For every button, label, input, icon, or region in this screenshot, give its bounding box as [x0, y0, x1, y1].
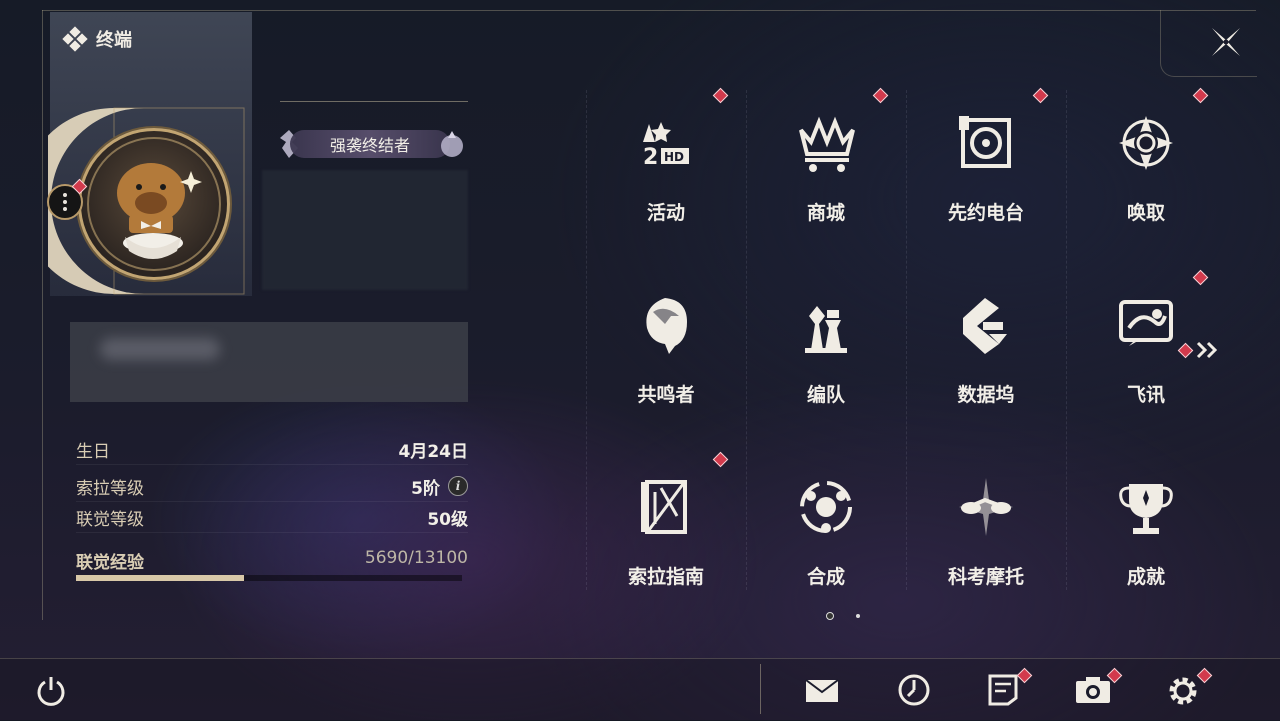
exp-label: 联觉经验 [76, 553, 144, 573]
stat-row-sola-level: 索拉等级 5阶 i [76, 471, 468, 502]
stat-value: 50级 [427, 509, 468, 530]
next-page-red-dot [1177, 342, 1194, 358]
capybara-avatar-image [87, 137, 221, 271]
menu-item-character[interactable]: 共鸣者 [586, 276, 746, 456]
camera-button[interactable] [1074, 667, 1123, 710]
stat-label: 生日 [76, 441, 110, 462]
menu-item-red-dot [1192, 87, 1209, 104]
menu-item-guide-book[interactable]: 索拉指南 [586, 451, 746, 638]
blurred-text [100, 338, 220, 360]
menu-item-label: 飞讯 [1126, 384, 1165, 406]
menu-item-red-dot [1032, 87, 1049, 104]
stat-label: 联觉等级 [76, 509, 144, 530]
menu-item-motorbike[interactable]: 科考摩托 [906, 458, 1066, 638]
page-dot-active[interactable] [826, 612, 834, 620]
title-badge[interactable]: 强袭终结者 [276, 128, 466, 160]
title-divider [280, 101, 468, 102]
page-dot[interactable] [856, 614, 860, 618]
chat-icon [1119, 300, 1173, 346]
menu-item-trophy[interactable]: 成就 [1066, 458, 1226, 638]
menu-item-chat[interactable]: 飞讯 [1066, 269, 1226, 456]
bottom-divider [760, 664, 761, 714]
radio-icon [959, 116, 1011, 168]
stat-value: 4月24日 [398, 441, 469, 462]
menu-item-crown-cart[interactable]: 商城 [746, 87, 906, 274]
trophy-icon [1119, 484, 1173, 534]
menu-item-label: 编队 [806, 384, 845, 406]
menu-item-label: 活动 [646, 202, 685, 224]
menu-item-label: 科考摩托 [947, 566, 1024, 588]
data-dock-icon [963, 298, 1007, 354]
gem-emblem-icon [441, 131, 463, 157]
clock-button[interactable] [894, 670, 934, 710]
close-icon[interactable] [1208, 24, 1244, 60]
menu-item-compass-star[interactable]: 唤取 [1066, 87, 1226, 274]
synthesis-icon [800, 481, 852, 533]
stat-value: 5阶 [411, 478, 440, 499]
frame-top-line [42, 10, 1256, 11]
notice-button[interactable] [984, 667, 1033, 710]
menu-item-label: 商城 [806, 202, 845, 224]
settings-button[interactable] [1164, 667, 1213, 710]
mail-button[interactable] [802, 670, 842, 710]
motorbike-icon [959, 478, 1013, 536]
event-2nd-icon: 2 HD [643, 122, 689, 170]
exp-value: 5690/13100 [364, 548, 468, 568]
menu-item-label: 共鸣者 [637, 384, 695, 406]
menu-item-label: 数据坞 [957, 384, 1015, 406]
terminal-diamond-icon [62, 26, 88, 52]
menu-item-data-dock[interactable]: 数据坞 [906, 276, 1066, 456]
frame-left-line [42, 10, 43, 620]
chess-team-icon [805, 306, 847, 353]
title-badge-text: 强袭终结者 [290, 130, 450, 158]
guide-book-icon [641, 480, 687, 534]
menu-item-label: 合成 [806, 566, 845, 588]
next-page-button[interactable] [1177, 340, 1221, 360]
menu-item-label: 成就 [1126, 566, 1165, 588]
exp-row: 联觉经验 5690/13100 [76, 548, 468, 573]
profile-blurred-area [262, 170, 468, 290]
stat-row-birthday: 生日 4月24日 [76, 434, 468, 465]
avatar[interactable] [78, 128, 230, 280]
clock-icon [898, 674, 930, 706]
power-icon[interactable] [34, 674, 68, 708]
menu-item-chess-team[interactable]: 编队 [746, 276, 906, 456]
menu-item-radio[interactable]: 先约电台 [906, 87, 1066, 274]
mail-icon [805, 679, 839, 702]
menu-item-label: 先约电台 [947, 202, 1024, 224]
exp-progress-fill [76, 575, 244, 581]
stat-label: 索拉等级 [76, 478, 144, 499]
svg-text:HD: HD [664, 150, 684, 164]
compass-star-icon [1119, 116, 1173, 170]
menu-item-red-dot [872, 87, 889, 104]
crown-cart-icon [799, 116, 855, 172]
double-chevron-right-icon [1196, 341, 1218, 359]
page-indicator [826, 612, 860, 620]
menu-item-label: 唤取 [1126, 202, 1165, 224]
menu-item-label: 索拉指南 [627, 566, 704, 588]
exp-progress-bar [76, 575, 462, 581]
page-title-text: 终端 [96, 30, 132, 51]
menu-item-event-2nd[interactable]: 2 HD 活动 [586, 87, 746, 274]
info-icon[interactable]: i [448, 476, 468, 496]
menu-item-synthesis[interactable]: 合成 [746, 458, 906, 638]
profile-stats: 生日 4月24日 索拉等级 5阶 i 联觉等级 50级 [76, 434, 468, 533]
stat-row-union-level: 联觉等级 50级 [76, 502, 468, 533]
character-icon [646, 298, 687, 354]
svg-text:2: 2 [643, 145, 658, 170]
menu-item-red-dot [712, 87, 729, 104]
page-title: 终端 [62, 26, 132, 52]
signature-blurred-area [70, 322, 468, 402]
